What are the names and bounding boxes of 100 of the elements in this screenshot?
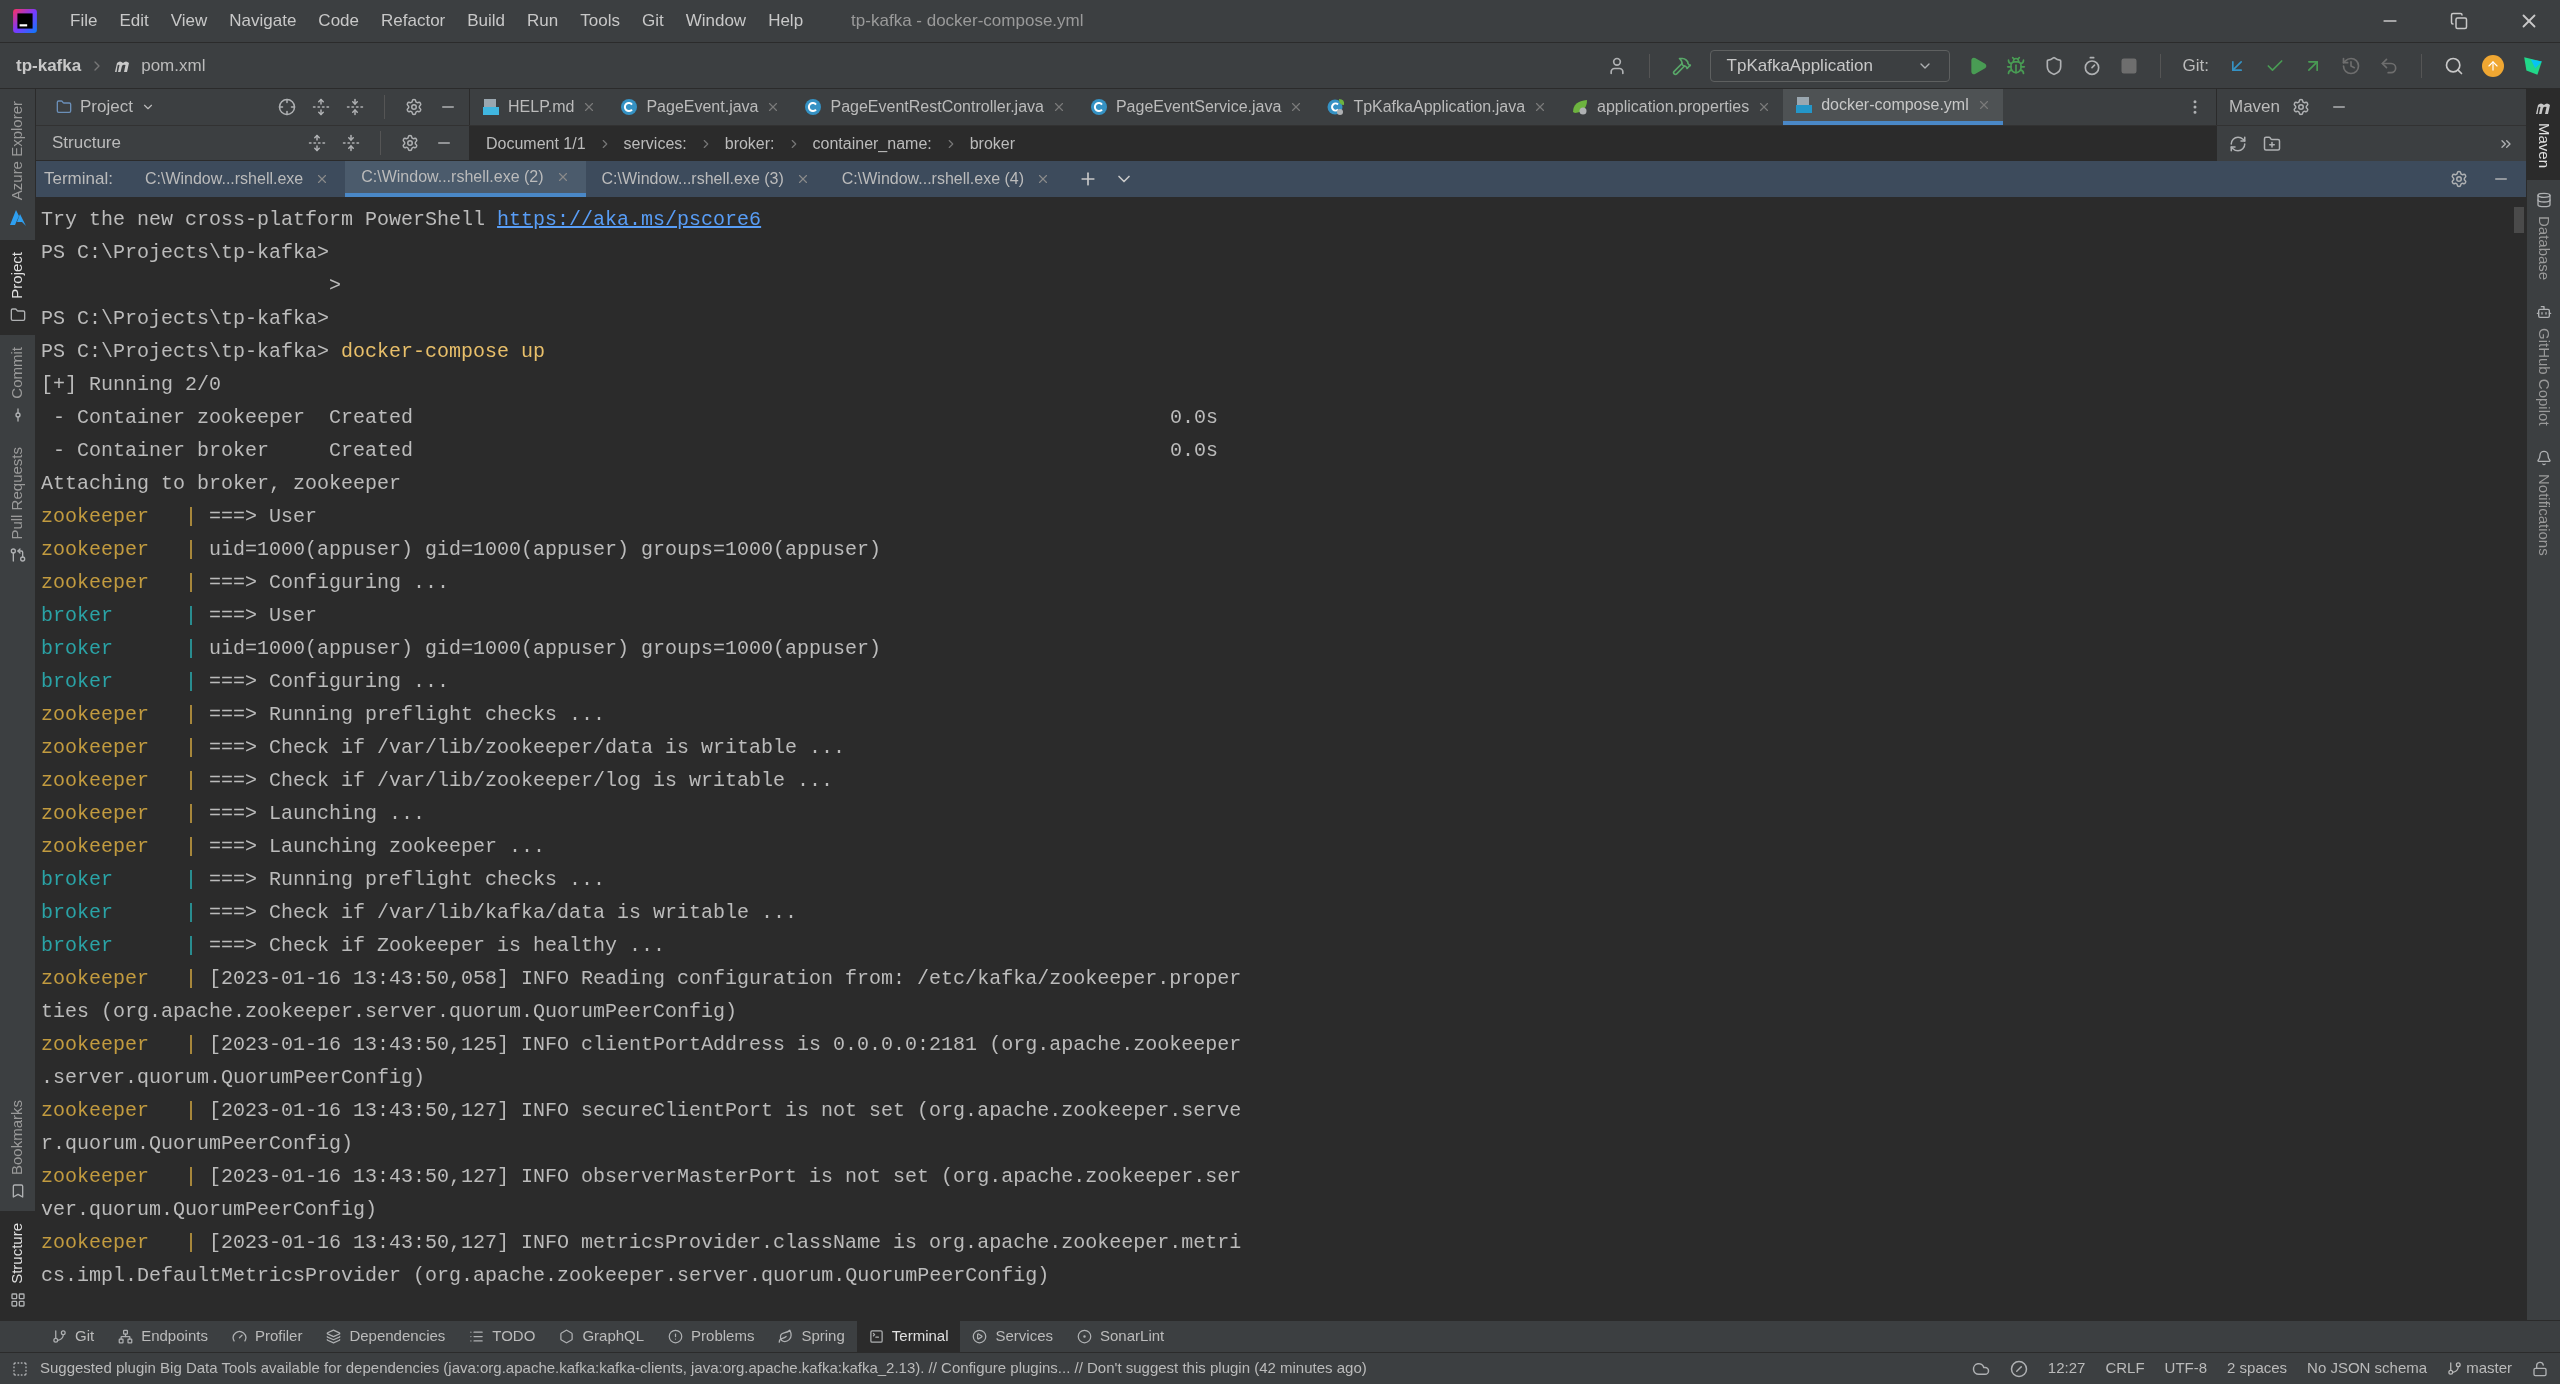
line-separator[interactable]: CRLF — [2105, 1357, 2145, 1380]
editor-tab[interactable]: HELP.md — [470, 89, 609, 125]
hammer-icon[interactable] — [1671, 55, 1692, 76]
terminal-link[interactable]: https://aka.ms/pscore6 — [497, 208, 762, 231]
terminal-tab[interactable]: C:\Window...rshell.exe (4) — [825, 161, 1067, 197]
editor-tab[interactable]: PageEvent.java — [608, 89, 793, 125]
tool-window-tab[interactable]: Pull Requests — [0, 434, 35, 576]
restore-icon[interactable] — [2450, 12, 2468, 30]
panel-toggle-icon[interactable] — [12, 1360, 28, 1377]
file-encoding[interactable]: UTF-8 — [2164, 1357, 2208, 1380]
tool-window-button[interactable]: Spring — [766, 1321, 857, 1352]
settings-icon[interactable] — [405, 98, 423, 116]
add-project-icon[interactable] — [2263, 134, 2281, 153]
editor-tab[interactable]: PageEventRestController.java — [792, 89, 1078, 125]
toolbox-logo[interactable] — [2522, 54, 2544, 77]
container-name: - Container zookeeper — [53, 405, 307, 431]
terminal-tab[interactable]: C:\Window...rshell.exe — [128, 161, 346, 197]
tool-window-tab[interactable]: Database — [2527, 180, 2560, 293]
collapse-all-icon[interactable] — [342, 134, 360, 152]
terminal-icon — [868, 1329, 884, 1344]
settings-icon[interactable] — [2450, 170, 2468, 188]
tool-window-button[interactable]: Profiler — [219, 1321, 315, 1352]
menu-item[interactable]: View — [170, 8, 208, 34]
tool-window-button[interactable]: Endpoints — [106, 1321, 220, 1352]
locate-icon[interactable] — [278, 98, 296, 116]
tool-window-button[interactable]: Terminal — [856, 1321, 961, 1352]
elapsed-time: 0.0s — [1170, 438, 1218, 464]
menu-item[interactable]: Refactor — [381, 8, 446, 34]
menu-item[interactable]: Git — [641, 8, 664, 34]
breadcrumb-item[interactable]: broker — [969, 131, 1016, 156]
expand-all-icon[interactable] — [308, 134, 326, 152]
branch-icon — [52, 1329, 67, 1344]
tool-window-tab[interactable]: Commit — [0, 334, 35, 435]
git-branch[interactable]: master — [2447, 1357, 2512, 1380]
scrollbar-thumb[interactable] — [2514, 207, 2524, 233]
tool-window-button[interactable]: TODO — [457, 1321, 548, 1352]
menu-item[interactable]: Code — [318, 8, 359, 34]
undo-icon[interactable] — [2379, 55, 2399, 76]
menu-item[interactable]: File — [70, 8, 98, 34]
gauge-icon — [231, 1329, 247, 1344]
stop-icon[interactable] — [2119, 56, 2138, 75]
log-message: ===> Check if /var/lib/zookeeper/log is writable ... — [209, 768, 834, 794]
terminal-tab[interactable]: C:\Window...rshell.exe (2) — [345, 161, 586, 197]
json-schema[interactable]: No JSON schema — [2307, 1357, 2428, 1380]
tool-window-button[interactable]: Git — [40, 1321, 107, 1352]
log-message: ===> Check if /var/lib/kafka/data is writable ... — [209, 900, 798, 926]
menu-item[interactable]: Tools — [580, 8, 620, 34]
elapsed-time: 0.0s — [1170, 405, 1218, 431]
tool-window-tab[interactable]: Project — [0, 240, 35, 335]
settings-icon[interactable] — [401, 134, 419, 152]
menu-item[interactable]: Run — [527, 8, 559, 34]
menu-item[interactable]: Window — [685, 8, 747, 34]
reload-icon[interactable] — [2229, 134, 2247, 153]
lock-icon[interactable] — [2532, 1360, 2548, 1377]
tool-window-tab[interactable]: GitHub Copilot — [2527, 292, 2560, 438]
menu-item[interactable]: Edit — [119, 8, 149, 34]
menu-item[interactable]: Navigate — [229, 8, 297, 34]
breadcrumb-item[interactable]: services: — [623, 131, 687, 156]
tool-window-tab[interactable]: Structure — [0, 1211, 35, 1320]
editor-tab[interactable]: PageEventService.java — [1077, 89, 1316, 125]
settings-icon[interactable] — [2292, 98, 2311, 116]
tool-window-button[interactable]: SonarLint — [1065, 1321, 1177, 1352]
hexagon-icon — [559, 1329, 575, 1344]
history-icon[interactable] — [2341, 55, 2361, 76]
breadcrumb-item[interactable]: broker: — [724, 131, 775, 156]
breadcrumb-item[interactable]: container_name: — [812, 131, 932, 156]
status-message[interactable]: Suggested plugin Big Data Tools available for dependencies (java:org.apache.kafka:kafka-clients, java:org.apache.kafka:kafka_2.13). // Configure plugins... // Don't suggest this plugin (42 minutes ago) — [40, 1357, 1367, 1380]
menu-item[interactable]: Build — [467, 8, 506, 34]
update-available-icon[interactable] — [2482, 54, 2504, 77]
spring-class-icon — [1327, 98, 1346, 116]
project-view-dropdown[interactable]: Project — [48, 94, 163, 120]
expand-all-icon[interactable] — [312, 98, 330, 116]
service-name: broker — [41, 669, 114, 695]
editor-tab[interactable]: docker-compose.yml — [1783, 89, 2003, 125]
tool-window-button[interactable]: Problems — [656, 1321, 767, 1352]
tool-window-button[interactable]: GraphQL — [547, 1321, 657, 1352]
caret-position[interactable]: 12:27 — [2047, 1357, 2086, 1380]
terminal-tab[interactable]: C:\Window...rshell.exe (3) — [585, 161, 826, 197]
log-separator: | — [185, 1098, 198, 1124]
breadcrumb-item[interactable]: Document 1/1 — [486, 131, 586, 156]
tool-window-tab[interactable]: Bookmarks — [0, 1088, 35, 1212]
collapse-all-icon[interactable] — [346, 98, 364, 116]
file-crumb[interactable]: pom.xml — [141, 52, 206, 79]
indent-setting[interactable]: 2 spaces — [2227, 1357, 2288, 1380]
inspection-off-icon[interactable] — [2009, 1359, 2028, 1378]
tool-window-button[interactable]: Dependencies — [314, 1321, 458, 1352]
leaf-icon — [778, 1329, 794, 1344]
tool-window-tab[interactable]: Azure Explorer — [0, 89, 35, 241]
tool-window-tab[interactable]: Maven — [2527, 89, 2560, 181]
tool-window-button[interactable]: Services — [960, 1321, 1065, 1352]
editor-tab[interactable]: TpKafkaApplication.java — [1315, 89, 1560, 125]
alert-icon — [668, 1329, 684, 1344]
tool-window-tab[interactable]: Notifications — [2527, 437, 2560, 568]
run-configuration-dropdown[interactable]: TpKafkaApplication — [1709, 49, 1950, 82]
debug-icon[interactable] — [2005, 55, 2026, 76]
project-crumb[interactable]: tp-kafka — [16, 52, 82, 79]
menu-item[interactable]: Help — [768, 8, 804, 34]
search-icon[interactable] — [2444, 55, 2464, 76]
log-separator: | — [185, 636, 198, 662]
editor-tab[interactable]: application.properties — [1559, 89, 1784, 125]
